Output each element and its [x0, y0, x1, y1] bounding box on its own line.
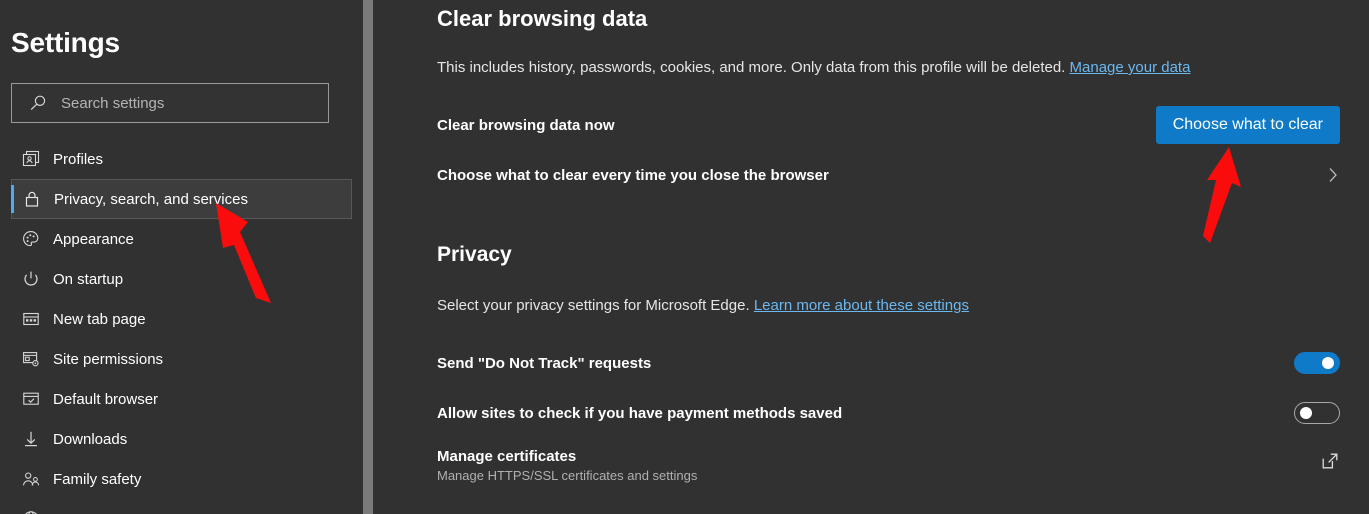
sidebar-item-downloads[interactable]: Downloads: [11, 419, 352, 459]
sidebar-item-label: Profiles: [53, 150, 104, 168]
download-arrow-icon: [25, 431, 37, 447]
row-label: Choose what to clear every time you clos…: [437, 166, 829, 184]
learn-more-about-these-settings-link[interactable]: Learn more about these settings: [754, 297, 969, 314]
sidebar-item-family-safety[interactable]: Family safety: [11, 459, 352, 499]
row-text-group: Manage certificates Manage HTTPS/SSL cer…: [437, 448, 697, 483]
sidebar-item-on-startup[interactable]: On startup: [11, 259, 352, 299]
sidebar-item-profiles[interactable]: Profiles: [11, 139, 352, 179]
settings-window: Settings Profiles: [0, 0, 1369, 514]
globe-icon: [25, 511, 37, 514]
power-icon: [24, 271, 38, 286]
profile-card-icon: [22, 150, 40, 167]
search-input[interactable]: [61, 94, 311, 112]
sidebar-item-label: Family safety: [53, 470, 142, 488]
sidebar-item-label: Site permissions: [53, 350, 164, 368]
row-label: Allow sites to check if you have payment…: [437, 404, 843, 422]
row-choose-what-to-clear-on-close[interactable]: Choose what to clear every time you clos…: [437, 155, 1340, 195]
description-text: This includes history, passwords, cookie…: [437, 59, 1066, 76]
sidebar-item-label: Downloads: [53, 430, 128, 448]
clear-browsing-data-description: This includes history, passwords, cookie…: [437, 59, 1190, 76]
chevron-right-icon[interactable]: [1326, 164, 1340, 186]
privacy-description: Select your privacy settings for Microso…: [437, 297, 969, 314]
row-clear-browsing-data-now: Clear browsing data now Choose what to c…: [437, 105, 1340, 145]
selection-accent-bar: [11, 185, 14, 213]
row-label: Clear browsing data now: [437, 116, 615, 134]
search-icon: [30, 95, 46, 111]
search-settings-box[interactable]: [11, 83, 329, 123]
row-label: Manage certificates: [437, 448, 577, 465]
page-title: Settings: [11, 27, 120, 58]
row-label: Send "Do Not Track" requests: [437, 354, 652, 372]
settings-content: Clear browsing data This includes histor…: [373, 0, 1369, 514]
sidebar-item-label: Default browser: [53, 390, 159, 408]
manage-your-data-link[interactable]: Manage your data: [1070, 59, 1191, 76]
toggle-knob: [1322, 357, 1334, 369]
family-people-icon: [23, 472, 40, 486]
section-heading-clear-browsing-data: Clear browsing data: [437, 6, 648, 31]
sidebar-item-appearance[interactable]: Appearance: [11, 219, 352, 259]
do-not-track-toggle[interactable]: [1294, 352, 1340, 374]
sidebar-nav: Profiles Privacy, search, and services A…: [0, 139, 363, 514]
description-text: Select your privacy settings for Microso…: [437, 297, 750, 314]
lock-icon: [25, 191, 39, 207]
payment-methods-toggle[interactable]: [1294, 402, 1340, 424]
row-manage-certificates[interactable]: Manage certificates Manage HTTPS/SSL cer…: [437, 448, 1340, 504]
choose-what-to-clear-button[interactable]: Choose what to clear: [1155, 106, 1340, 144]
pane-scrollbar[interactable]: [363, 0, 373, 514]
section-heading-privacy: Privacy: [437, 243, 512, 266]
open-external-icon[interactable]: [1320, 451, 1340, 471]
new-tab-page-icon: [23, 312, 39, 326]
sidebar-item-label: On startup: [53, 270, 124, 288]
row-send-do-not-track-requests: Send "Do Not Track" requests: [437, 343, 1340, 383]
settings-sidebar: Settings Profiles: [0, 0, 363, 514]
sidebar-item-new-tab-page[interactable]: New tab page: [11, 299, 352, 339]
toggle-knob: [1300, 407, 1312, 419]
default-browser-icon: [23, 392, 39, 405]
sidebar-item-label: New tab page: [53, 310, 146, 328]
row-sublabel: Manage HTTPS/SSL certificates and settin…: [437, 468, 698, 483]
row-allow-payment-methods-check: Allow sites to check if you have payment…: [437, 393, 1340, 433]
site-permissions-icon: [23, 352, 39, 367]
sidebar-item-privacy-search-and-services[interactable]: Privacy, search, and services: [11, 179, 352, 219]
palette-icon: [23, 231, 39, 247]
sidebar-item-default-browser[interactable]: Default browser: [11, 379, 352, 419]
sidebar-item-languages[interactable]: Languages: [11, 499, 352, 514]
sidebar-item-label: Appearance: [53, 230, 134, 248]
sidebar-item-label: Languages: [53, 511, 127, 514]
sidebar-item-site-permissions[interactable]: Site permissions: [11, 339, 352, 379]
sidebar-item-label: Privacy, search, and services: [54, 190, 248, 208]
